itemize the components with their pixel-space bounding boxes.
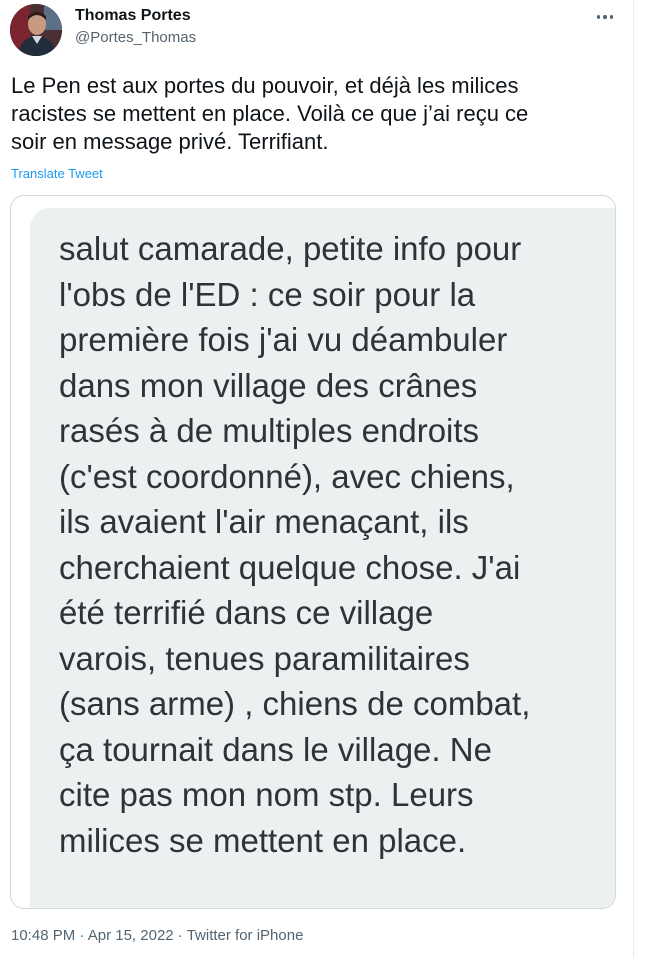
profile-photo-icon [10, 4, 62, 56]
tweet: Thomas Portes @Portes_Thomas Le Pen est … [0, 0, 634, 958]
more-dot [609, 15, 614, 19]
avatar[interactable] [10, 4, 62, 56]
tweet-date[interactable]: Apr 15, 2022 [88, 927, 174, 944]
tweet-metadata: 10:48 PM · Apr 15, 2022 · Twitter for iP… [11, 927, 303, 944]
tweet-media-image[interactable]: salut camarade, petite info pour l'obs d… [10, 195, 616, 909]
message-bubble: salut camarade, petite info pour l'obs d… [30, 208, 615, 908]
tweet-time[interactable]: 10:48 PM [11, 927, 75, 944]
meta-separator: · [75, 927, 88, 944]
more-dot [603, 15, 607, 19]
tweet-source[interactable]: Twitter for iPhone [187, 927, 304, 944]
translate-tweet-link[interactable]: Translate Tweet [11, 166, 103, 181]
author-display-name[interactable]: Thomas Portes [75, 7, 191, 25]
tweet-text: Le Pen est aux portes du pouvoir, et déj… [11, 73, 529, 154]
meta-separator: · [173, 927, 187, 944]
author-handle[interactable]: @Portes_Thomas [75, 29, 196, 46]
more-options-icon[interactable] [590, 6, 620, 28]
message-text: salut camarade, petite info pour l'obs d… [59, 230, 531, 859]
more-dot [596, 15, 601, 19]
